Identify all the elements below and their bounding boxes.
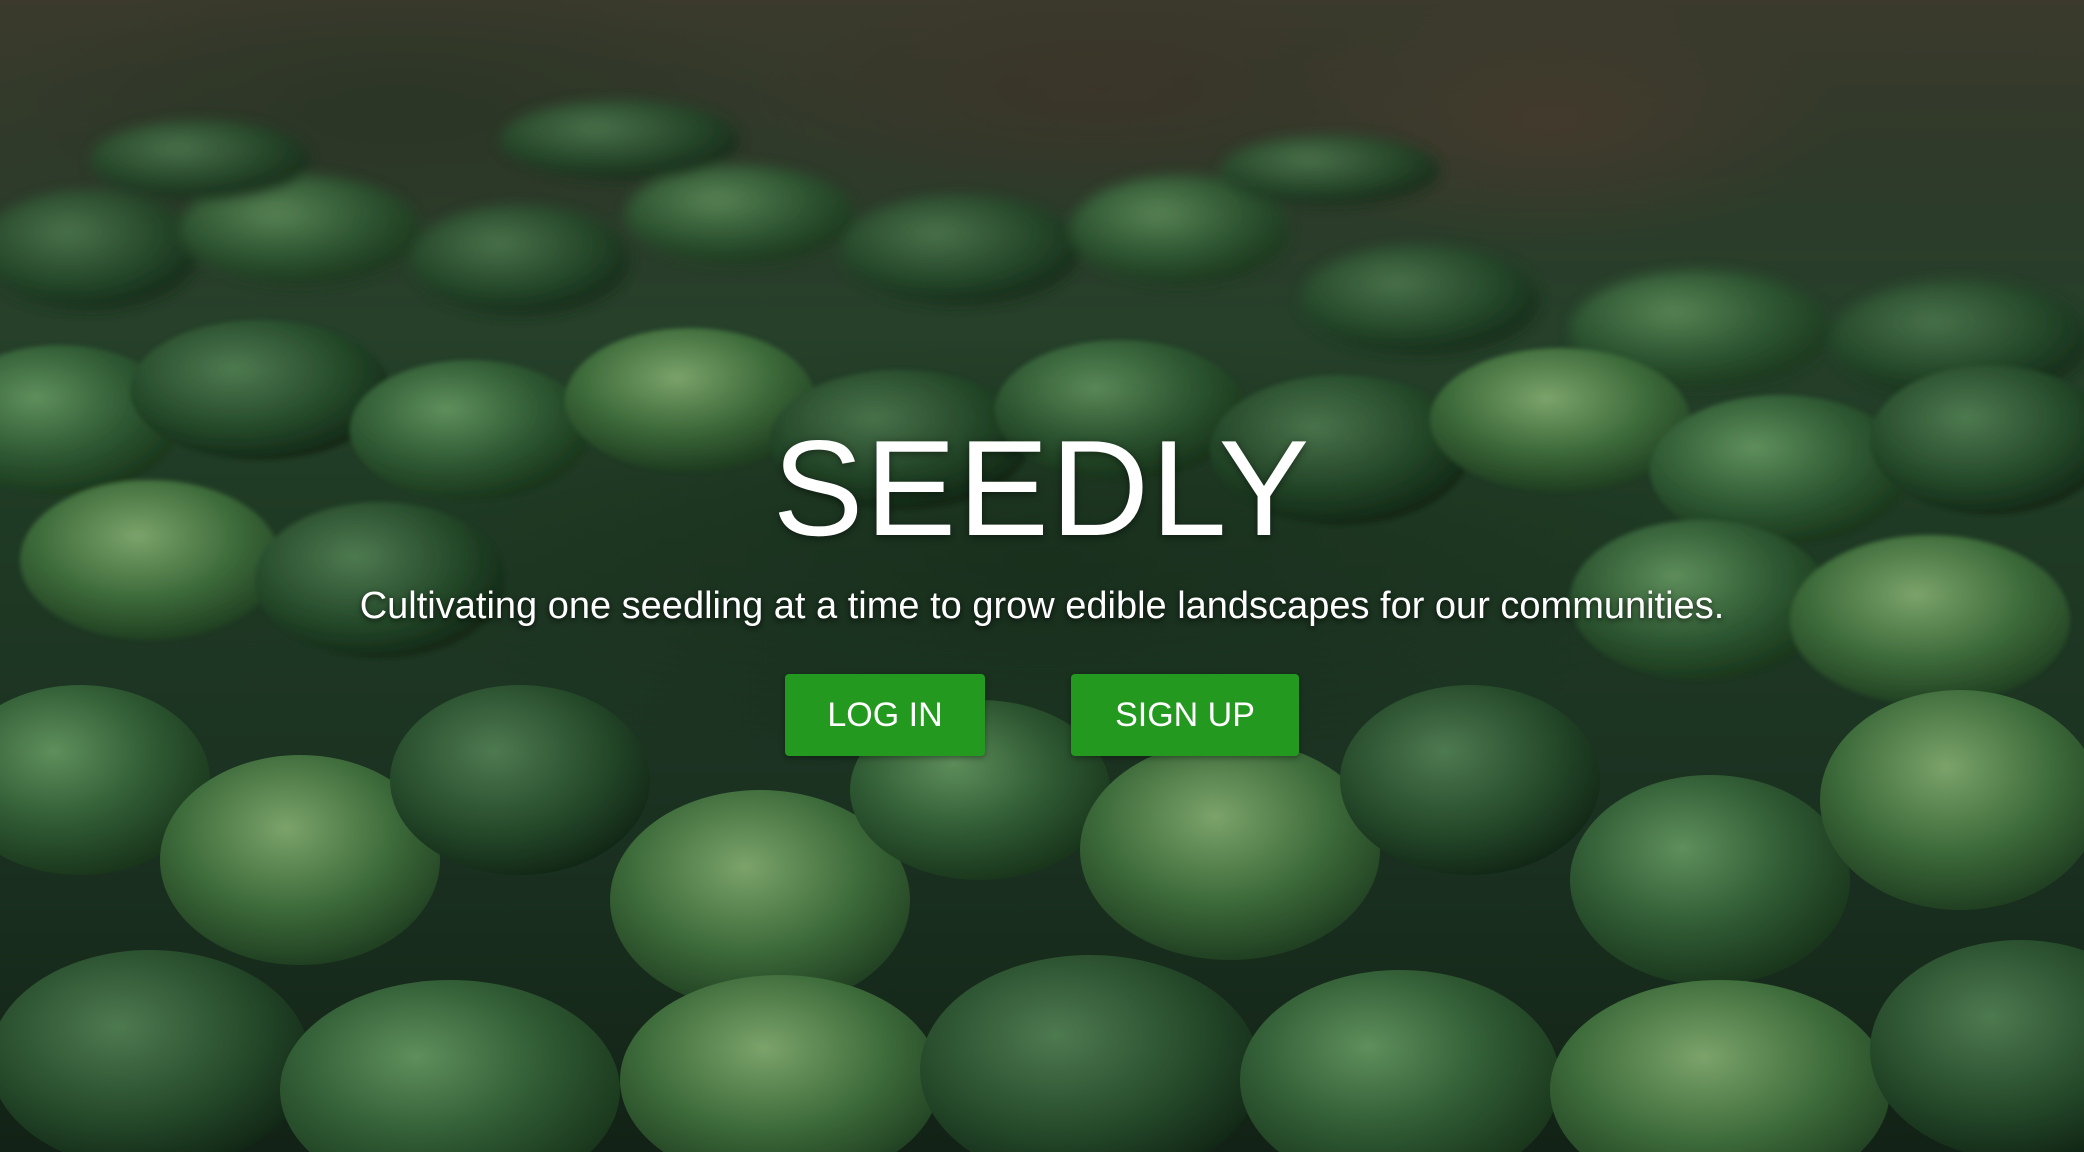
brand-title: SEEDLY	[772, 412, 1312, 564]
tagline: Cultivating one seedling at a time to gr…	[359, 585, 1725, 627]
auth-actions: LOG IN SIGN UP	[0, 674, 2084, 756]
hero-section: SEEDLY Cultivating one seedling at a tim…	[0, 0, 2084, 1152]
hero-content: SEEDLY Cultivating one seedling at a tim…	[0, 420, 2084, 756]
signup-button[interactable]: SIGN UP	[1071, 674, 1299, 756]
login-button[interactable]: LOG IN	[785, 674, 985, 756]
